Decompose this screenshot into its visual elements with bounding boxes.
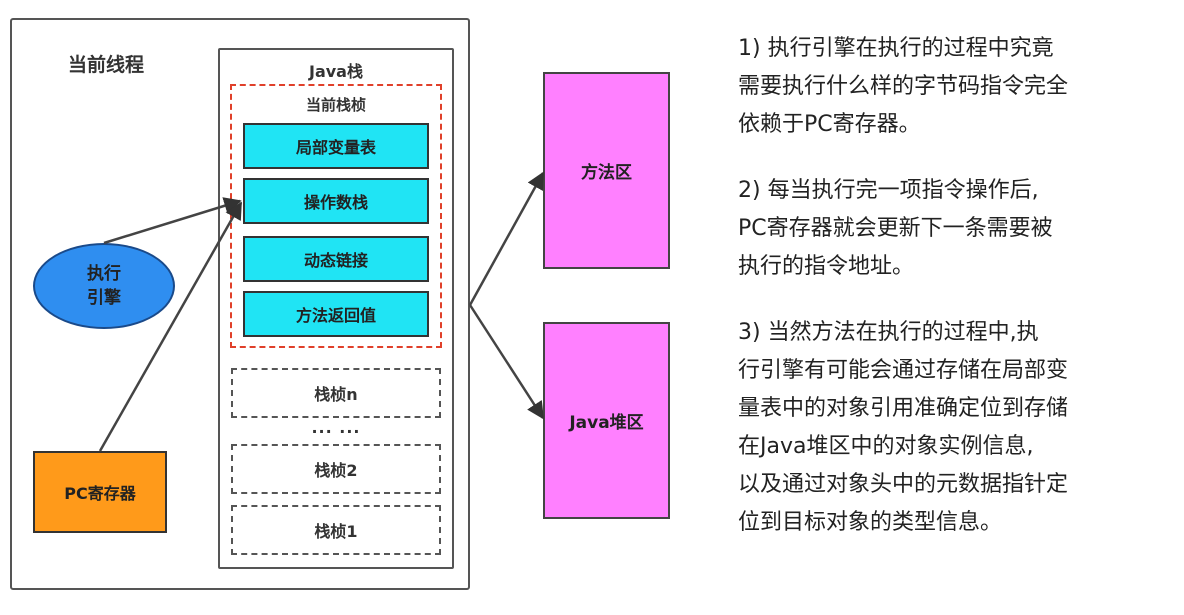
note-3-line-1: 3) 当然方法在执行的过程中,执 [738,320,1039,345]
stack-to-heap-arrow [468,304,545,420]
note-3-line-5: 以及通过对象头中的元数据指针定 [738,472,1069,497]
note-1-line-3: 依赖于PC寄存器。 [738,112,921,137]
note-3-line-4: 在Java堆区中的对象实例信息, [738,434,1034,459]
note-2-line-3: 执行的指令地址。 [738,254,915,279]
note-3-line-3: 量表中的对象引用准确定位到存储 [738,396,1069,421]
note-3-line-6: 位到目标对象的类型信息。 [738,510,1003,535]
note-1-line-2: 需要执行什么样的字节码指令完全 [738,74,1069,99]
explanation-notes: 1) 执行引擎在执行的过程中究竟 需要执行什么样的字节码指令完全 依赖于PC寄存… [738,30,1168,570]
engine-to-operand-stack-arrow [103,197,242,245]
note-2-line-2: PC寄存器就会更新下一条需要被 [738,216,1053,241]
note-1: 1) 执行引擎在执行的过程中究竟 需要执行什么样的字节码指令完全 依赖于PC寄存… [738,30,1168,144]
note-1-line-1: 1) 执行引擎在执行的过程中究竟 [738,36,1054,61]
pc-to-operand-stack-arrow [98,201,243,452]
note-2: 2) 每当执行完一项指令操作后, PC寄存器就会更新下一条需要被 执行的指令地址… [738,172,1168,286]
note-2-line-1: 2) 每当执行完一项指令操作后, [738,178,1039,203]
note-3: 3) 当然方法在执行的过程中,执 行引擎有可能会通过存储在局部变 量表中的对象引… [738,314,1168,542]
note-3-line-2: 行引擎有可能会通过存储在局部变 [738,358,1069,383]
stack-to-method-area-arrow [468,171,545,306]
